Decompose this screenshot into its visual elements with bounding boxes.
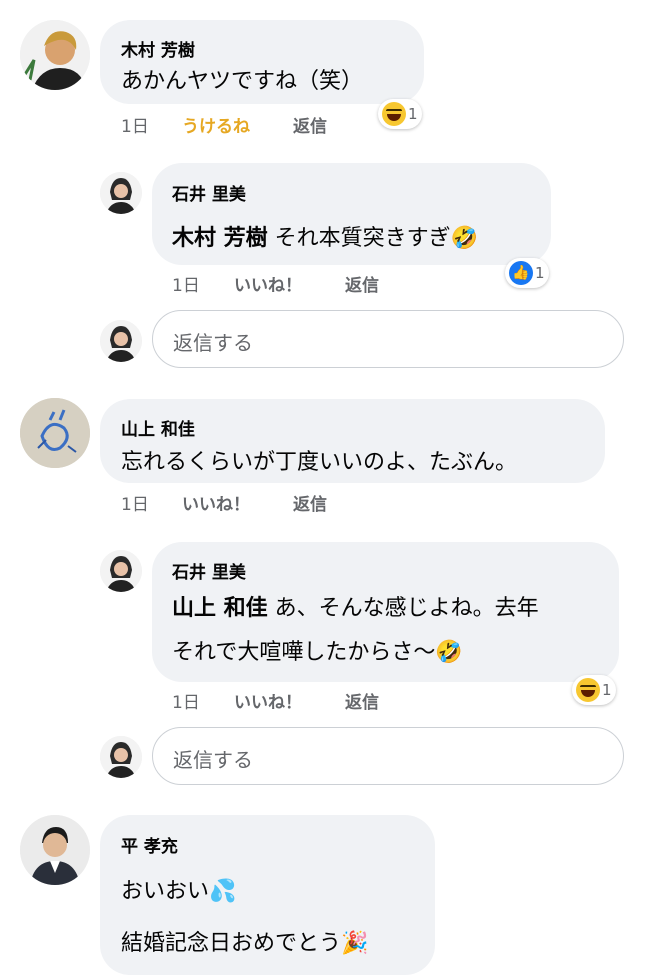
- avatar: [100, 736, 142, 778]
- avatar: [100, 320, 142, 362]
- commenter-name[interactable]: 平 孝充: [121, 832, 178, 857]
- laugh-reaction-icon: [382, 102, 406, 126]
- reply-button[interactable]: 返信: [345, 688, 379, 713]
- reaction-count: 1: [602, 681, 612, 699]
- comment-time[interactable]: 1日: [121, 112, 149, 137]
- profile-photo-icon: [100, 550, 142, 592]
- like-button[interactable]: いいね！: [234, 688, 302, 713]
- comment-text: 忘れるくらいが丁度いいのよ、たぶん。: [121, 450, 518, 475]
- avatar[interactable]: [20, 20, 90, 90]
- profile-photo-icon: [100, 172, 142, 214]
- reply-input-placeholder: 返信する: [173, 748, 253, 772]
- reply-input[interactable]: 返信する: [152, 310, 624, 368]
- avatar[interactable]: [20, 815, 90, 885]
- comment-text: おいおい💦: [121, 879, 237, 904]
- reaction-button[interactable]: うけるね: [182, 112, 250, 137]
- comment-text-body: あ、そんな感じよね。去年: [274, 596, 539, 621]
- comment-text-line: 結婚記念日おめでとう🎉: [121, 931, 369, 956]
- comment-text: 木村 芳樹 それ本質突きすぎ🤣: [172, 220, 478, 252]
- profile-photo-icon: [20, 815, 90, 885]
- reply-input-placeholder: 返信する: [173, 331, 253, 355]
- reaction-count: 1: [408, 105, 418, 123]
- commenter-name[interactable]: 木村 芳樹: [121, 36, 195, 61]
- reaction-summary[interactable]: 👍 1: [505, 258, 549, 288]
- mention-link[interactable]: 木村 芳樹: [172, 226, 268, 251]
- like-button[interactable]: いいね！: [182, 490, 250, 515]
- reply-button[interactable]: 返信: [345, 271, 379, 296]
- reaction-count: 1: [535, 264, 545, 282]
- mention-link[interactable]: 山上 和佳: [172, 596, 268, 621]
- profile-photo-icon: [100, 736, 142, 778]
- like-reaction-icon: 👍: [509, 261, 533, 285]
- reaction-summary[interactable]: 1: [572, 675, 616, 705]
- comment-text: 山上 和佳 あ、そんな感じよね。去年: [172, 590, 539, 622]
- reply-button[interactable]: 返信: [293, 112, 327, 137]
- avatar[interactable]: [100, 550, 142, 592]
- comment-text-line: それで大喧嘩したからさ〜🤣: [172, 640, 463, 665]
- reaction-summary[interactable]: 1: [378, 99, 422, 129]
- reply-button[interactable]: 返信: [293, 490, 327, 515]
- commenter-name[interactable]: 山上 和佳: [121, 415, 195, 440]
- laugh-reaction-icon: [576, 678, 600, 702]
- comment-time[interactable]: 1日: [172, 688, 200, 713]
- profile-photo-icon: [20, 398, 90, 468]
- profile-photo-icon: [20, 20, 90, 90]
- like-button[interactable]: いいね！: [234, 271, 302, 296]
- commenter-name[interactable]: 石井 里美: [172, 180, 246, 205]
- reply-input[interactable]: 返信する: [152, 727, 624, 785]
- comment-text-body: それ本質突きすぎ🤣: [274, 226, 479, 251]
- comment-time[interactable]: 1日: [172, 271, 200, 296]
- avatar[interactable]: [100, 172, 142, 214]
- comment-text: あかんヤツですね（笑）: [121, 69, 364, 94]
- profile-photo-icon: [100, 320, 142, 362]
- comment-time[interactable]: 1日: [121, 490, 149, 515]
- commenter-name[interactable]: 石井 里美: [172, 558, 246, 583]
- avatar[interactable]: [20, 398, 90, 468]
